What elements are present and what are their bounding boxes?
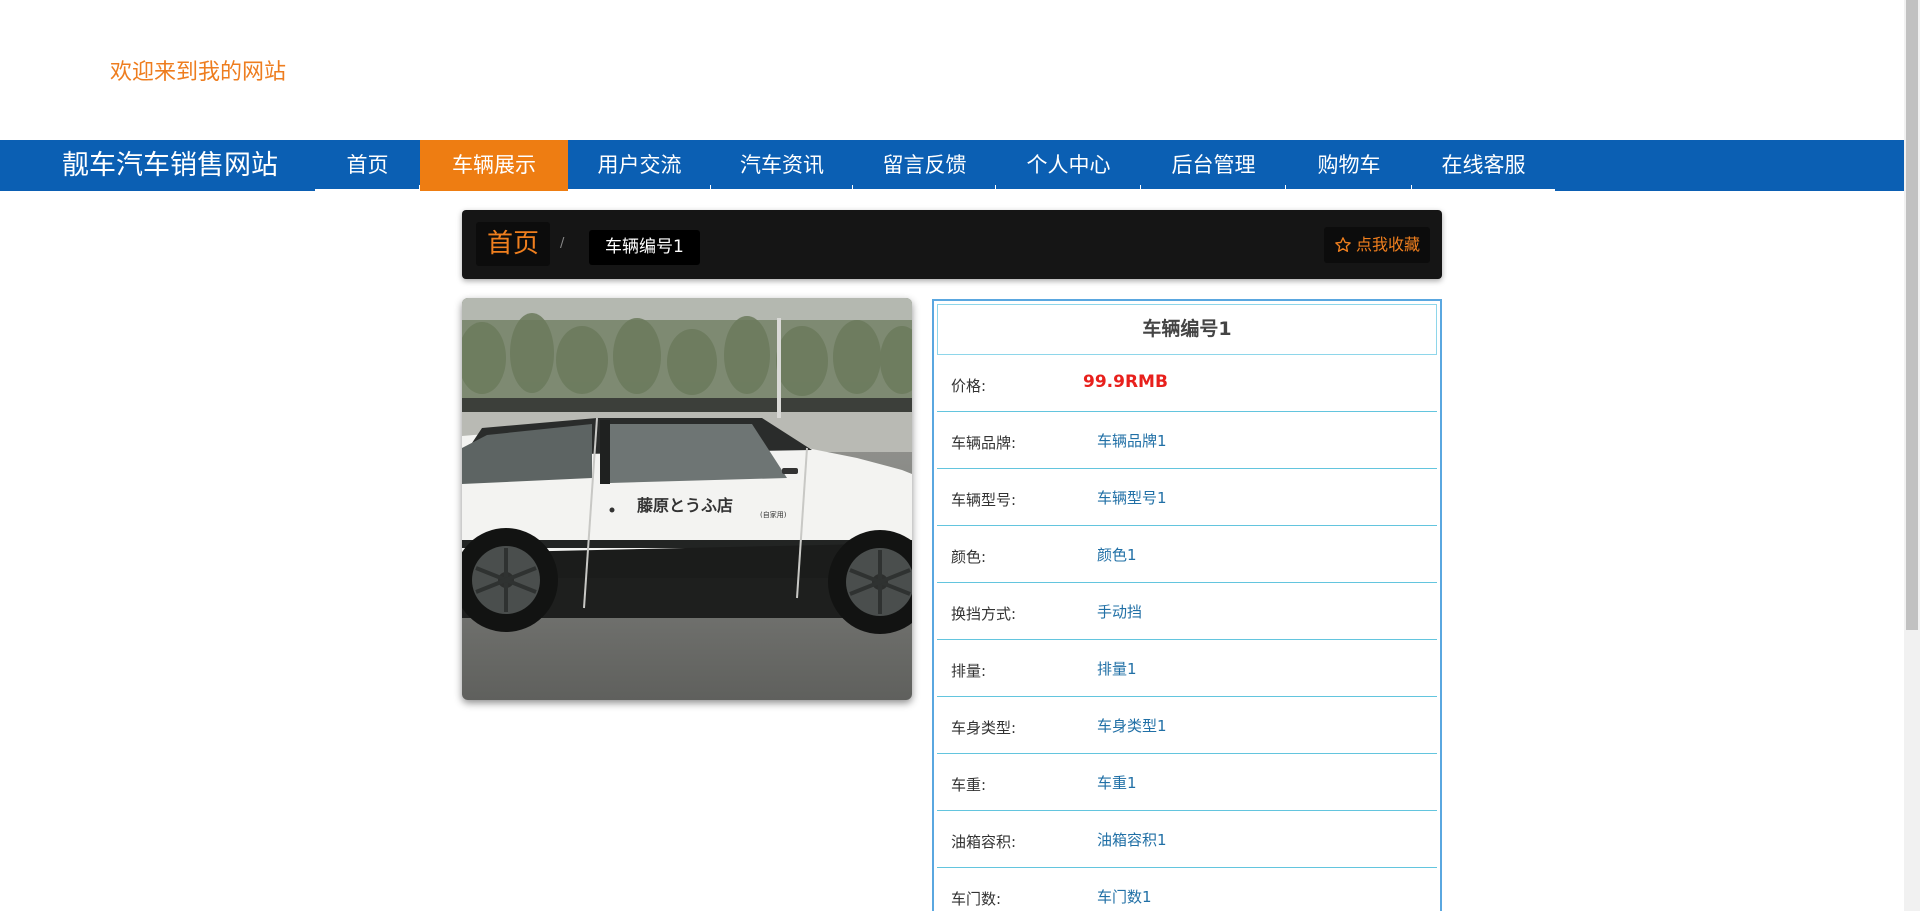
info-value: 车门数1 [1097,888,1152,906]
info-label: 车身类型: [951,719,1017,737]
info-label: 颜色: [951,548,987,566]
door-lettering: 藤原とうふ店 [637,496,733,515]
info-row-price: 价格: 99.9RMB [937,355,1437,412]
info-label: 车辆品牌: [951,434,1017,452]
nav-item-label: 汽车资讯 [740,153,824,177]
car-photo: 藤原とうふ店 (自家用) [462,298,912,700]
nav-item-admin[interactable]: 后台管理 [1141,140,1286,191]
nav-item-feedback[interactable]: 留言反馈 [853,140,996,191]
page: 欢迎来到我的网站 靓车汽车销售网站 首页 车辆展示 用户交流 汽车资讯 留言反馈… [0,0,1920,911]
breadcrumb-current: 车辆编号1 [589,230,700,265]
welcome-text: 欢迎来到我的网站 [110,60,287,85]
info-row-tank: 油箱容积: 油箱容积1 [937,811,1437,868]
nav-item-label: 后台管理 [1171,153,1256,177]
info-value: 车重1 [1097,774,1137,792]
nav-item-support[interactable]: 在线客服 [1412,140,1555,191]
info-row-body-type: 车身类型: 车身类型1 [937,697,1437,754]
nav-item-community[interactable]: 用户交流 [568,140,711,191]
breadcrumb-separator: / [560,236,565,251]
favorite-button[interactable]: 点我收藏 [1323,227,1430,263]
info-value: 颜色1 [1097,546,1137,564]
door-lettering-sub: (自家用) [760,510,787,519]
nav-item-vehicles[interactable]: 车辆展示 [420,140,568,191]
info-label: 换挡方式: [951,605,1017,623]
nav-item-label: 个人中心 [1026,153,1111,177]
info-row-model: 车辆型号: 车辆型号1 [937,469,1437,526]
info-row-color: 颜色: 颜色1 [937,526,1437,583]
info-label: 车重: [951,776,987,794]
info-label: 车辆型号: [951,491,1017,509]
info-row-brand: 车辆品牌: 车辆品牌1 [937,412,1437,469]
info-value: 车辆型号1 [1097,489,1167,507]
site-brand[interactable]: 靓车汽车销售网站 [0,140,315,191]
info-label: 油箱容积: [951,833,1017,851]
info-value: 排量1 [1097,660,1137,678]
nav-item-label: 留言反馈 [882,153,967,177]
nav-item-news[interactable]: 汽车资讯 [711,140,853,191]
top-navbar: 靓车汽车销售网站 首页 车辆展示 用户交流 汽车资讯 留言反馈 个人中心 后台管… [0,140,1904,191]
scrollbar-thumb[interactable] [1906,0,1918,630]
favorite-label: 点我收藏 [1355,235,1420,254]
nav-item-label: 车辆展示 [452,153,536,177]
info-value: 车身类型1 [1097,717,1167,735]
nav-item-label: 首页 [346,153,389,177]
info-row-displacement: 排量: 排量1 [937,640,1437,697]
info-label: 价格: [951,377,987,395]
nav-item-cart[interactable]: 购物车 [1286,140,1412,191]
page-scrollbar[interactable] [1904,0,1920,911]
info-value: 手动挡 [1097,603,1143,621]
price-value: 99.9RMB [1083,372,1168,392]
nav-item-label: 在线客服 [1441,153,1526,177]
info-label: 车门数: [951,890,1002,908]
nav-item-home[interactable]: 首页 [315,140,420,191]
info-row-weight: 车重: 车重1 [937,754,1437,811]
star-outline-icon [1335,237,1351,252]
nav-list: 首页 车辆展示 用户交流 汽车资讯 留言反馈 个人中心 后台管理 购物车 在线客… [315,140,1555,191]
vehicle-info-panel: 车辆编号1 价格: 99.9RMB 车辆品牌: 车辆品牌1 车辆型号: 车辆型号… [932,299,1442,911]
info-row-transmission: 换挡方式: 手动挡 [937,583,1437,640]
info-label: 排量: [951,662,987,680]
info-value: 油箱容积1 [1097,831,1167,849]
nav-item-profile[interactable]: 个人中心 [996,140,1141,191]
vehicle-title: 车辆编号1 [937,304,1437,355]
nav-item-label: 购物车 [1317,153,1381,177]
breadcrumb-home-link[interactable]: 首页 [476,222,551,266]
nav-item-label: 用户交流 [597,153,682,177]
info-value: 车辆品牌1 [1097,432,1167,450]
breadcrumb: 首页 / 车辆编号1 点我收藏 [462,210,1442,279]
info-row-doors: 车门数: 车门数1 [937,868,1437,911]
